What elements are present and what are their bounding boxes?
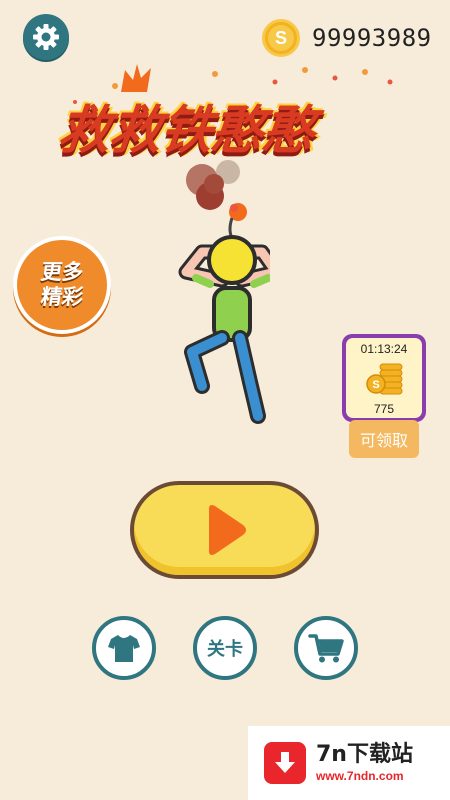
- watermark-url: www.7ndn.com: [316, 769, 404, 783]
- levels-button[interactable]: 关卡: [193, 616, 257, 680]
- coin-counter: S 99993989: [262, 18, 432, 58]
- timed-reward-card[interactable]: 01:13:24 S 775: [342, 334, 426, 422]
- coin-symbol: S: [268, 25, 294, 51]
- more-games-button[interactable]: 更多 精彩: [13, 236, 111, 334]
- more-games-label-line2: 精彩: [39, 285, 85, 309]
- shirt-icon: [108, 635, 140, 662]
- stickman-character: [178, 160, 270, 424]
- shop-button[interactable]: [294, 616, 358, 680]
- coin-count: 99993989: [312, 24, 432, 52]
- site-watermark: 7n下载站 www.7ndn.com: [248, 726, 450, 800]
- skins-button[interactable]: [92, 616, 156, 680]
- svg-text:S: S: [372, 379, 379, 391]
- download-logo-icon: [264, 742, 306, 784]
- coin-stack-icon: S: [366, 363, 403, 395]
- reward-amount: 775: [373, 402, 395, 416]
- game-title-logo: 救救铁憨憨: [55, 62, 400, 172]
- cart-icon: [308, 634, 344, 663]
- play-button[interactable]: [130, 481, 319, 579]
- reward-timer: 01:13:24: [360, 342, 408, 356]
- claim-reward-button[interactable]: 可领取: [349, 420, 419, 458]
- play-icon: [208, 505, 246, 555]
- watermark-name: 7n下载站: [316, 742, 413, 767]
- gear-icon: [33, 24, 59, 50]
- game-title: 救救铁憨憨: [55, 101, 317, 161]
- levels-label: 关卡: [207, 639, 243, 660]
- more-games-label-line1: 更多: [39, 260, 85, 284]
- timed-reward-panel: 01:13:24 S 775: [346, 338, 422, 418]
- coin-icon: S: [262, 19, 300, 57]
- settings-button[interactable]: [23, 14, 69, 60]
